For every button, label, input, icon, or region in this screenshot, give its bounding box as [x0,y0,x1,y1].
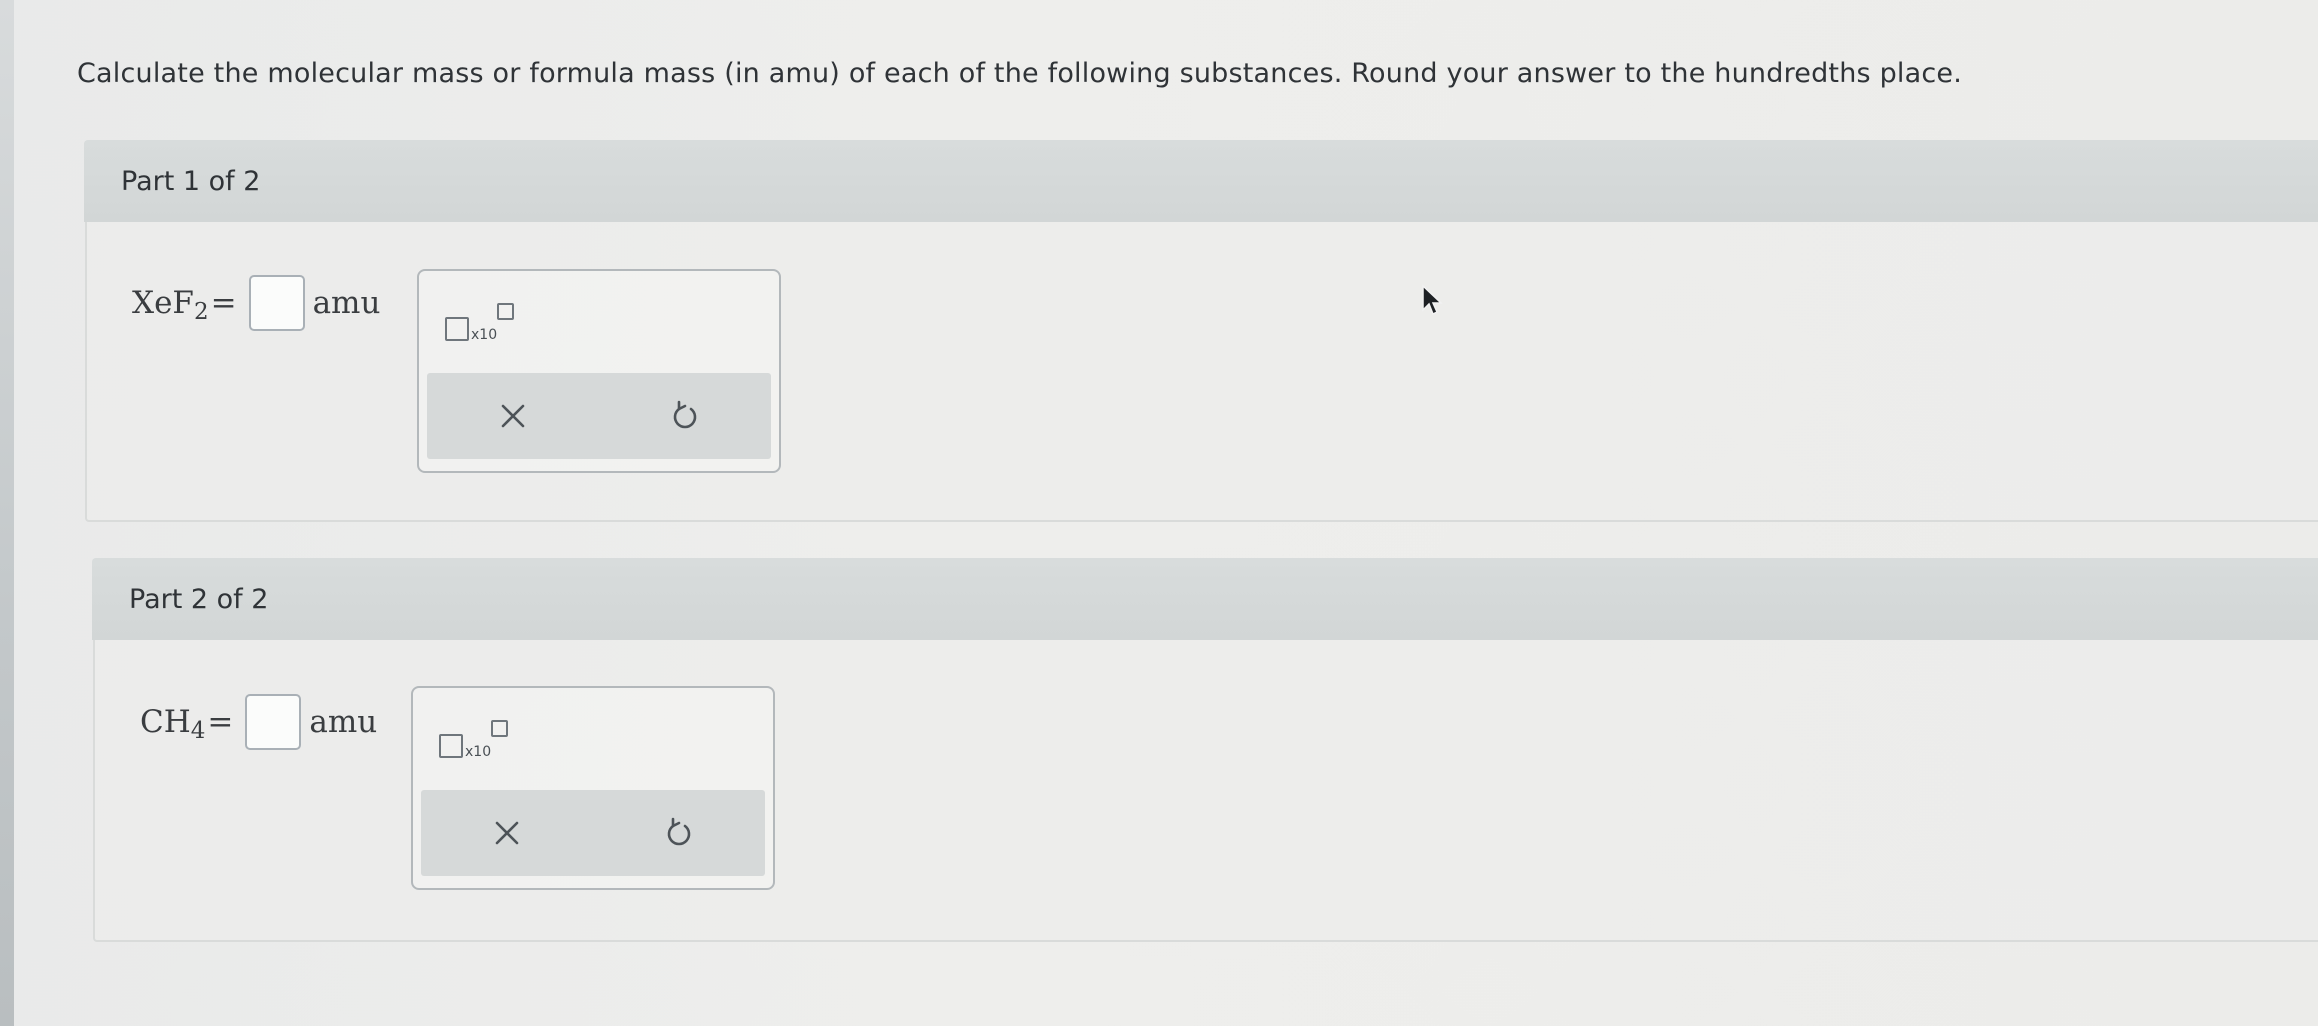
part-2-action-bar [421,790,765,876]
part-2-unit: amu [309,704,378,740]
part-2-header: Part 2 of 2 [92,558,2318,640]
scientific-notation-icon [445,317,469,341]
equals-sign: = [207,704,234,740]
part-1-header: Part 1 of 2 [84,140,2318,222]
clear-button[interactable] [421,790,593,876]
close-icon [501,404,525,428]
question-text: Calculate the molecular mass or formula … [77,58,1962,89]
equals-sign: = [210,285,237,321]
close-icon [495,821,519,845]
part-2-answer-input[interactable] [245,694,302,750]
part-1-action-bar [427,373,771,459]
part-1-math-toolbox: x10 [417,269,781,473]
scientific-notation-button[interactable]: x10 [445,299,515,345]
undo-icon [673,400,697,429]
scientific-notation-icon [439,734,463,758]
part-1-equation: XeF2 = amu [132,275,380,331]
exponent-box-icon [491,720,508,737]
x10-label: x10 [465,744,492,760]
part-2-math-toolbox: x10 [411,686,775,890]
undo-button[interactable] [599,373,771,459]
part-2-title: Part 2 of 2 [129,584,269,615]
part-1-unit: amu [312,285,381,321]
undo-icon [667,817,691,846]
clear-button[interactable] [427,373,599,459]
mouse-pointer-icon [1422,284,1443,316]
part-2-formula: CH4 [140,704,206,744]
part-1-title: Part 1 of 2 [121,166,261,197]
undo-button[interactable] [593,790,765,876]
part-1-answer-input[interactable] [248,275,305,331]
page-left-edge [0,0,14,1026]
x10-label: x10 [471,327,498,343]
part-2-panel: Part 2 of 2 CH4 = amu x10 [92,558,2318,942]
exponent-box-icon [497,303,514,320]
part-1-formula: XeF2 [132,285,209,325]
part-1-panel: Part 1 of 2 XeF2 = amu x10 [84,140,2318,522]
part-2-equation: CH4 = amu [140,694,377,750]
scientific-notation-button[interactable]: x10 [439,716,509,762]
